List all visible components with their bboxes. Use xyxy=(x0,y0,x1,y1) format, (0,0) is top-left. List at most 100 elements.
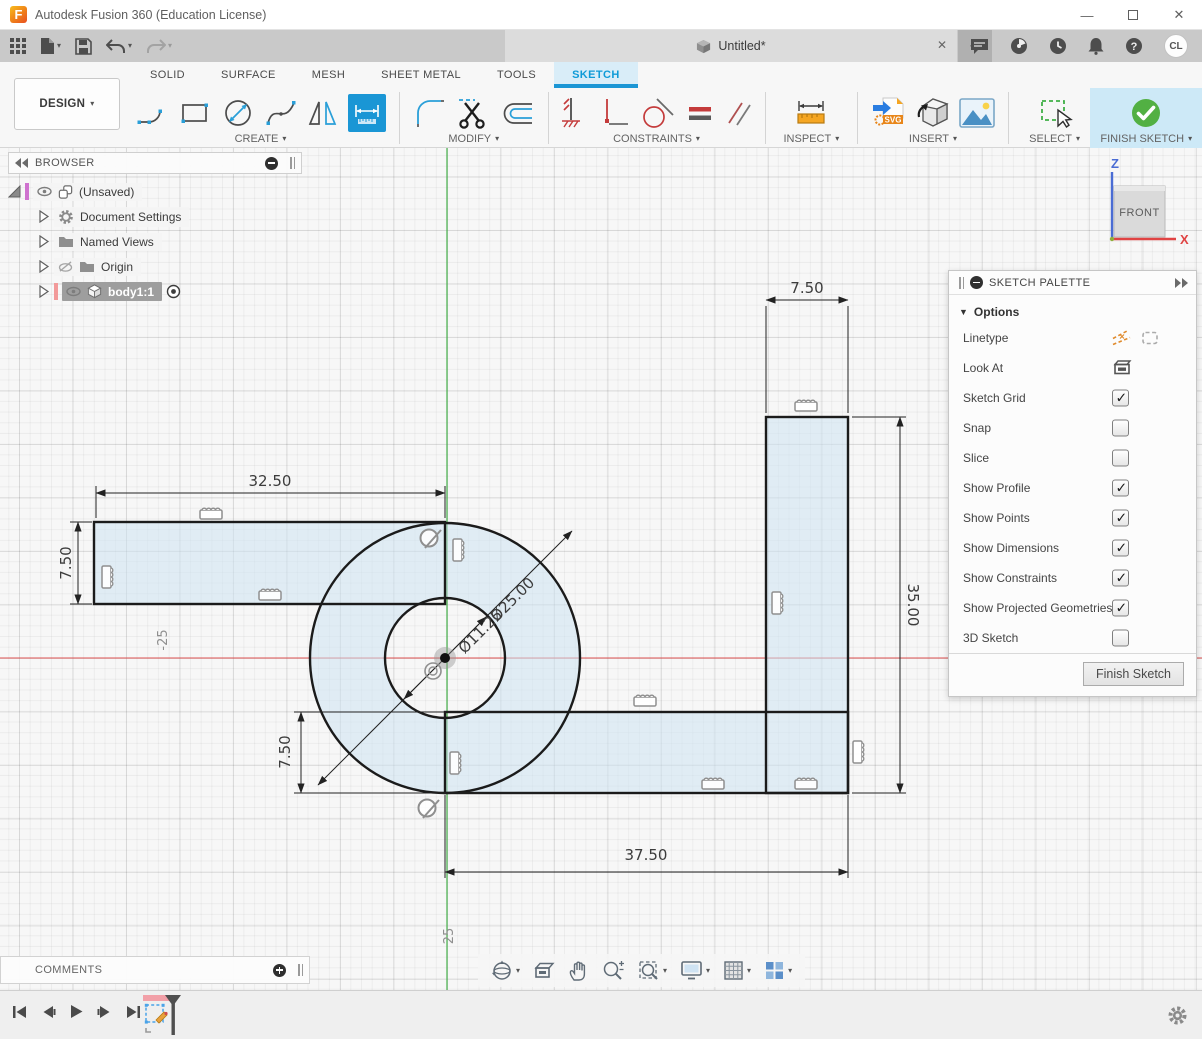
line-tool-icon[interactable] xyxy=(136,96,170,130)
vertical-horizontal-constraint-icon[interactable] xyxy=(597,96,631,130)
extensions-icon[interactable] xyxy=(1010,37,1028,55)
document-close-icon[interactable]: ✕ xyxy=(937,38,947,52)
help-icon[interactable]: ? xyxy=(1125,37,1143,55)
3d-sketch-checkbox[interactable] xyxy=(1112,630,1129,647)
notifications-bell-icon[interactable] xyxy=(1088,37,1104,55)
rectangle-tool-icon[interactable] xyxy=(178,96,212,130)
panel-grip[interactable] xyxy=(290,157,295,169)
tangent-constraint-icon[interactable] xyxy=(639,95,677,131)
browser-row-body[interactable]: body1:1 xyxy=(38,281,302,302)
browser-row-document-settings[interactable]: Document Settings xyxy=(38,206,302,227)
eye-icon[interactable] xyxy=(66,286,81,297)
select-tool-icon[interactable] xyxy=(1037,95,1073,131)
create-group-label[interactable]: CREATE▾ xyxy=(235,133,287,145)
expander-collapsed-icon[interactable] xyxy=(38,260,50,273)
file-menu-button[interactable]: ▾ xyxy=(40,37,61,55)
orbit-button[interactable]: ▾ xyxy=(491,960,520,982)
redo-button[interactable]: ▾ xyxy=(146,39,172,54)
pan-button[interactable] xyxy=(568,960,589,982)
comments-icon[interactable] xyxy=(970,38,989,54)
collapse-palette-icon[interactable] xyxy=(970,276,983,289)
timeline-play-button[interactable] xyxy=(69,1004,84,1019)
show-dimensions-checkbox[interactable] xyxy=(1112,540,1129,557)
sketch-grid-checkbox[interactable] xyxy=(1112,390,1129,407)
modify-group-label[interactable]: MODIFY▾ xyxy=(448,133,499,145)
timeline-begin-button[interactable] xyxy=(12,1005,28,1019)
projected-linetype-icon[interactable] xyxy=(1141,330,1160,347)
insert-group-label[interactable]: INSERT▾ xyxy=(909,133,957,145)
timeline-end-button[interactable] xyxy=(125,1005,141,1019)
minimize-button[interactable]: — xyxy=(1064,0,1110,30)
tab-surface[interactable]: SURFACE xyxy=(203,62,294,88)
offset-tool-icon[interactable] xyxy=(499,96,535,130)
browser-row-origin[interactable]: Origin xyxy=(38,256,302,277)
viewports-button[interactable]: ▾ xyxy=(764,960,792,981)
expand-panel-icon[interactable] xyxy=(1174,278,1188,288)
palette-header[interactable]: SKETCH PALETTE xyxy=(949,271,1196,295)
expander-collapsed-icon[interactable] xyxy=(38,235,50,248)
eye-icon[interactable] xyxy=(37,186,52,197)
finish-sketch-label[interactable]: FINISH SKETCH▾ xyxy=(1100,133,1192,145)
browser-header[interactable]: BROWSER xyxy=(8,152,302,174)
fix-constraint-icon[interactable] xyxy=(559,96,589,130)
sketch-canvas[interactable]: 32.50 7.50 7.50 35.00 37.50 7.50 Ø11.25 … xyxy=(0,148,1202,990)
display-settings-button[interactable]: ▾ xyxy=(680,960,710,981)
insert-image-icon[interactable] xyxy=(959,98,995,128)
close-button[interactable]: ✕ xyxy=(1156,0,1202,30)
snap-checkbox[interactable] xyxy=(1112,420,1129,437)
browser-root-row[interactable]: (Unsaved) xyxy=(8,181,302,202)
expander-collapsed-icon[interactable] xyxy=(38,285,50,298)
tab-tools[interactable]: TOOLS xyxy=(479,62,554,88)
options-section-header[interactable]: ▼ Options xyxy=(949,295,1196,323)
insert-mesh-icon[interactable] xyxy=(915,95,951,131)
insert-svg-icon[interactable]: SVG xyxy=(871,95,907,131)
show-constraints-checkbox[interactable] xyxy=(1112,570,1129,587)
workspace-selector[interactable]: DESIGN ▾ xyxy=(14,78,120,130)
zoom-button[interactable] xyxy=(602,960,625,982)
ground-radio-icon[interactable] xyxy=(166,284,181,299)
panel-grip[interactable] xyxy=(959,277,964,289)
zoom-window-button[interactable]: ▾ xyxy=(638,960,667,982)
select-group-label[interactable]: SELECT▾ xyxy=(1029,133,1080,145)
undo-button[interactable]: ▾ xyxy=(106,39,132,54)
circle-tool-icon[interactable] xyxy=(220,95,256,131)
tab-solid[interactable]: SOLID xyxy=(132,62,203,88)
inspect-group-label[interactable]: INSPECT▾ xyxy=(784,133,840,145)
sketch-dimension-tool-icon[interactable] xyxy=(348,94,386,132)
spline-tool-icon[interactable] xyxy=(264,96,298,130)
construction-linetype-icon[interactable] xyxy=(1112,330,1132,347)
parallel-constraint-icon[interactable] xyxy=(723,97,755,129)
timeline-sketch-feature[interactable] xyxy=(143,995,183,1035)
trim-tool-icon[interactable] xyxy=(455,95,491,131)
equal-constraint-icon[interactable] xyxy=(685,98,715,128)
browser-row-named-views[interactable]: Named Views xyxy=(38,231,302,252)
show-profile-checkbox[interactable] xyxy=(1112,480,1129,497)
finish-sketch-palette-button[interactable]: Finish Sketch xyxy=(1083,662,1184,686)
user-avatar[interactable]: CL xyxy=(1164,34,1188,58)
look-at-icon[interactable] xyxy=(1112,360,1132,377)
viewcube-face-label[interactable]: FRONT xyxy=(1119,207,1159,219)
show-projected-geometries-checkbox[interactable] xyxy=(1112,600,1129,617)
eye-hidden-icon[interactable] xyxy=(58,261,73,273)
add-comment-icon[interactable] xyxy=(273,964,286,977)
mirror-tool-icon[interactable] xyxy=(306,96,340,130)
constraints-group-label[interactable]: CONSTRAINTS▾ xyxy=(613,133,700,145)
show-points-checkbox[interactable] xyxy=(1112,510,1129,527)
timeline-step-forward-button[interactable] xyxy=(97,1005,112,1019)
finish-sketch-button[interactable] xyxy=(1128,95,1164,131)
collapse-tree-icon[interactable] xyxy=(265,157,278,170)
look-at-button[interactable] xyxy=(533,961,555,980)
comments-panel[interactable]: COMMENTS xyxy=(0,956,310,984)
timeline-step-back-button[interactable] xyxy=(41,1005,56,1019)
save-button[interactable] xyxy=(75,38,92,55)
collapse-panel-icon[interactable] xyxy=(15,158,29,168)
app-launcher-icon[interactable] xyxy=(10,38,26,54)
expander-collapsed-icon[interactable] xyxy=(38,210,50,223)
expander-expanded-icon[interactable] xyxy=(8,185,21,198)
job-status-clock-icon[interactable] xyxy=(1049,37,1067,55)
timeline-settings-gear-icon[interactable] xyxy=(1167,1005,1188,1026)
tab-sketch[interactable]: SKETCH xyxy=(554,62,638,88)
document-tab[interactable]: Untitled* ✕ xyxy=(505,30,957,62)
measure-tool-icon[interactable] xyxy=(794,97,828,129)
tab-sheet-metal[interactable]: SHEET METAL xyxy=(363,62,479,88)
